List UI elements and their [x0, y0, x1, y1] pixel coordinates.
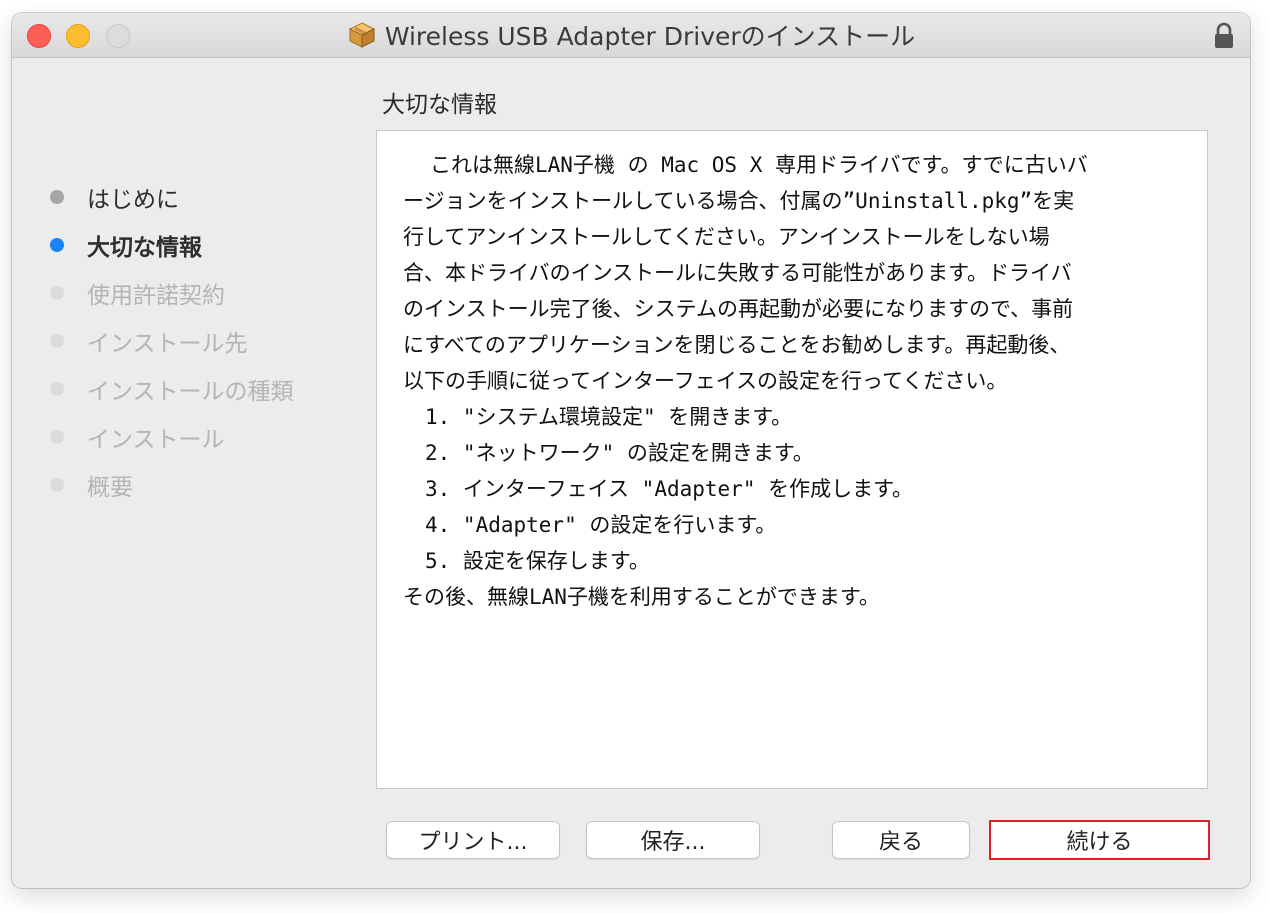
continue-button[interactable]: 続ける	[989, 820, 1210, 860]
step-indicator	[50, 430, 64, 444]
step-indicator	[50, 286, 64, 300]
installer-window: Wireless USB Adapter Driverのインストール はじめに …	[12, 13, 1250, 888]
readme-text-area[interactable]: これは無線LAN子機 の Mac OS X 専用ドライバです。すでに古いバ ージ…	[376, 130, 1208, 789]
step-introduction: はじめに	[50, 173, 380, 221]
window-title-group: Wireless USB Adapter Driverのインストール	[12, 13, 1250, 57]
list-item: 2. "ネットワーク" の設定を開きます。	[425, 441, 814, 465]
text-line: 行してアンインストールしてください。アンインストールをしない場	[403, 225, 1050, 249]
step-label: インストールの種類	[87, 379, 294, 405]
step-indicator	[50, 238, 64, 252]
save-button[interactable]: 保存...	[586, 821, 760, 859]
step-license: 使用許諾契約	[50, 269, 380, 317]
list-item: 5. 設定を保存します。	[425, 549, 650, 573]
step-indicator	[50, 190, 64, 204]
lock-icon	[1215, 22, 1233, 48]
step-label: はじめに	[87, 187, 179, 213]
step-important-info: 大切な情報	[50, 221, 380, 269]
section-title: 大切な情報	[382, 92, 497, 118]
text-line: 合、本ドライバのインストールに失敗する可能性があります。ドライバ	[403, 261, 1072, 285]
step-label: インストール	[87, 427, 225, 453]
list-item: 3. インターフェイス "Adapter" を作成します。	[425, 477, 914, 501]
step-label: インストール先	[87, 331, 248, 357]
text-line: のインストール完了後、システムの再起動が必要になりますので、事前	[403, 297, 1074, 321]
package-icon	[348, 22, 375, 48]
step-label: 使用許諾契約	[87, 283, 225, 309]
text-line: ージョンをインストールしている場合、付属の”Uninstall.pkg”を実	[403, 189, 1075, 213]
step-installation-type: インストールの種類	[50, 365, 380, 413]
installer-steps: はじめに 大切な情報 使用許諾契約 インストール先 インストールの種類 インスト…	[50, 173, 380, 509]
step-destination: インストール先	[50, 317, 380, 365]
step-label: 大切な情報	[87, 235, 202, 261]
list-item: 4. "Adapter" の設定を行います。	[425, 513, 777, 537]
text-line: 以下の手順に従ってインターフェイスの設定を行ってください。	[403, 369, 1008, 393]
title-bar: Wireless USB Adapter Driverのインストール	[12, 13, 1250, 58]
text-line: にすべてのアプリケーションを閉じることをお勧めします。再起動後、	[403, 333, 1071, 357]
list-item: 1. "システム環境設定" を開きます。	[425, 405, 793, 429]
print-button[interactable]: プリント...	[386, 821, 560, 859]
window-title: Wireless USB Adapter Driverのインストール	[384, 22, 916, 51]
step-install: インストール	[50, 413, 380, 461]
step-label: 概要	[87, 475, 133, 501]
step-indicator	[50, 334, 64, 348]
step-indicator	[50, 382, 64, 396]
text-line: これは無線LAN子機 の Mac OS X 専用ドライバです。すでに古いバ	[430, 153, 1088, 177]
step-indicator	[50, 478, 64, 492]
text-line: その後、無線LAN子機を利用することができます。	[403, 585, 880, 609]
step-summary: 概要	[50, 461, 380, 509]
back-button[interactable]: 戻る	[832, 821, 970, 859]
